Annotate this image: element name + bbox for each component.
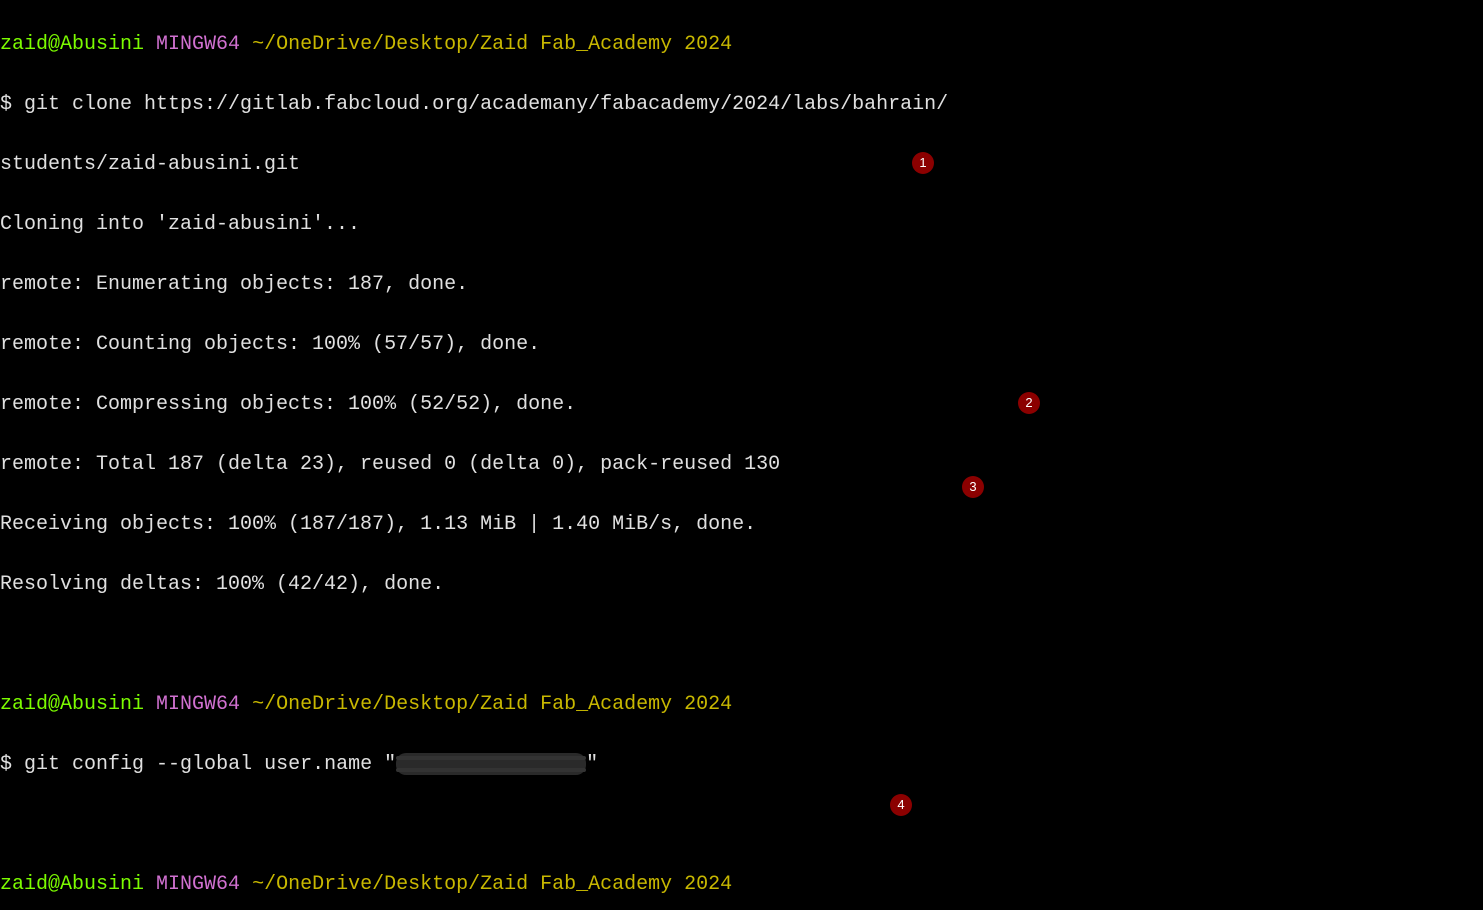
terminal-output[interactable]: zaid@Abusini MINGW64 ~/OneDrive/Desktop/… xyxy=(0,0,1483,910)
clone-output-line: remote: Total 187 (delta 23), reused 0 (… xyxy=(0,450,1483,480)
prompt-env: MINGW64 xyxy=(156,873,240,896)
clone-output-line: remote: Counting objects: 100% (57/57), … xyxy=(0,330,1483,360)
prompt-env: MINGW64 xyxy=(156,693,240,716)
annotation-badge-2: 2 xyxy=(1018,392,1040,414)
redacted-name xyxy=(396,753,586,775)
prompt-path: ~/OneDrive/Desktop/Zaid Fab_Academy 2024 xyxy=(252,33,732,56)
prompt-path: ~/OneDrive/Desktop/Zaid Fab_Academy 2024 xyxy=(252,873,732,896)
cmd-git-clone-line1: git clone https://gitlab.fabcloud.org/ac… xyxy=(12,93,948,116)
cmd-config-name-pre: git config --global user.name " xyxy=(24,753,396,776)
prompt-env: MINGW64 xyxy=(156,33,240,56)
prompt-path: ~/OneDrive/Desktop/Zaid Fab_Academy 2024 xyxy=(252,693,732,716)
clone-output-line: Receiving objects: 100% (187/187), 1.13 … xyxy=(0,510,1483,540)
clone-output-line: Resolving deltas: 100% (42/42), done. xyxy=(0,570,1483,600)
prompt-user-host: zaid@Abusini xyxy=(0,693,144,716)
prompt-user-host: zaid@Abusini xyxy=(0,873,144,896)
clone-output-line: remote: Enumerating objects: 187, done. xyxy=(0,270,1483,300)
prompt-user-host: zaid@Abusini xyxy=(0,33,144,56)
prompt-symbol: $ xyxy=(0,93,12,116)
clone-output-line: remote: Compressing objects: 100% (52/52… xyxy=(0,390,1483,420)
annotation-badge-1: 1 xyxy=(912,152,934,174)
clone-output-line: Cloning into 'zaid-abusini'... xyxy=(0,210,1483,240)
prompt-symbol: $ xyxy=(0,753,12,776)
cmd-git-clone-line2: students/zaid-abusini.git xyxy=(0,153,300,176)
annotation-badge-4: 4 xyxy=(890,794,912,816)
annotation-badge-3: 3 xyxy=(962,476,984,498)
cmd-config-name-post: " xyxy=(586,753,598,776)
